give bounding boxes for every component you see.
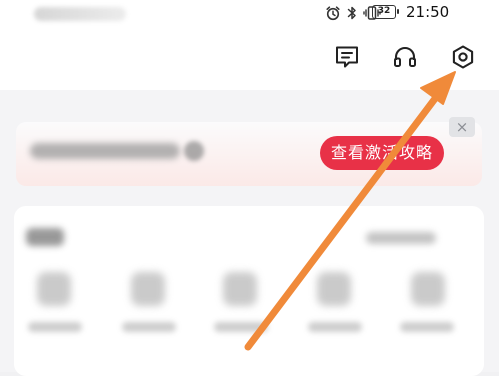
customer-service-button[interactable] <box>390 44 420 74</box>
status-time: 21:50 <box>406 3 450 21</box>
battery-level: 32 <box>377 6 391 16</box>
grid-item-1-label-blurred <box>28 322 82 332</box>
grid-item-2-icon[interactable] <box>131 272 165 306</box>
grid-item-4-label-blurred <box>308 322 362 332</box>
close-banner-button[interactable]: × <box>449 117 475 137</box>
top-bar <box>0 28 499 90</box>
grid-item-5-label-blurred <box>400 322 454 332</box>
grid-item-1-icon[interactable] <box>37 272 71 306</box>
alarm-icon <box>325 5 341 21</box>
grid-item-3-icon[interactable] <box>223 272 257 306</box>
grid-item-5-icon[interactable] <box>411 272 445 306</box>
feedback-button[interactable] <box>332 44 362 74</box>
status-bar: 32 21:50 <box>0 0 499 28</box>
carrier-info-blurred <box>34 7 126 21</box>
card-more-link-blurred[interactable] <box>366 232 436 244</box>
settings-icon <box>450 44 476 74</box>
banner-text-blurred <box>30 143 180 159</box>
bluetooth-icon <box>346 5 358 21</box>
battery-icon: 32 <box>372 5 399 19</box>
feedback-icon <box>334 44 360 74</box>
grid-item-2-label-blurred <box>122 322 176 332</box>
help-icon[interactable] <box>184 141 204 161</box>
settings-button[interactable] <box>448 44 478 74</box>
view-activation-guide-button[interactable]: 查看激活攻略 <box>320 136 444 170</box>
card-title-blurred <box>26 228 64 246</box>
headset-icon <box>392 44 418 74</box>
grid-item-3-label-blurred <box>214 322 268 332</box>
grid-item-4-icon[interactable] <box>317 272 351 306</box>
